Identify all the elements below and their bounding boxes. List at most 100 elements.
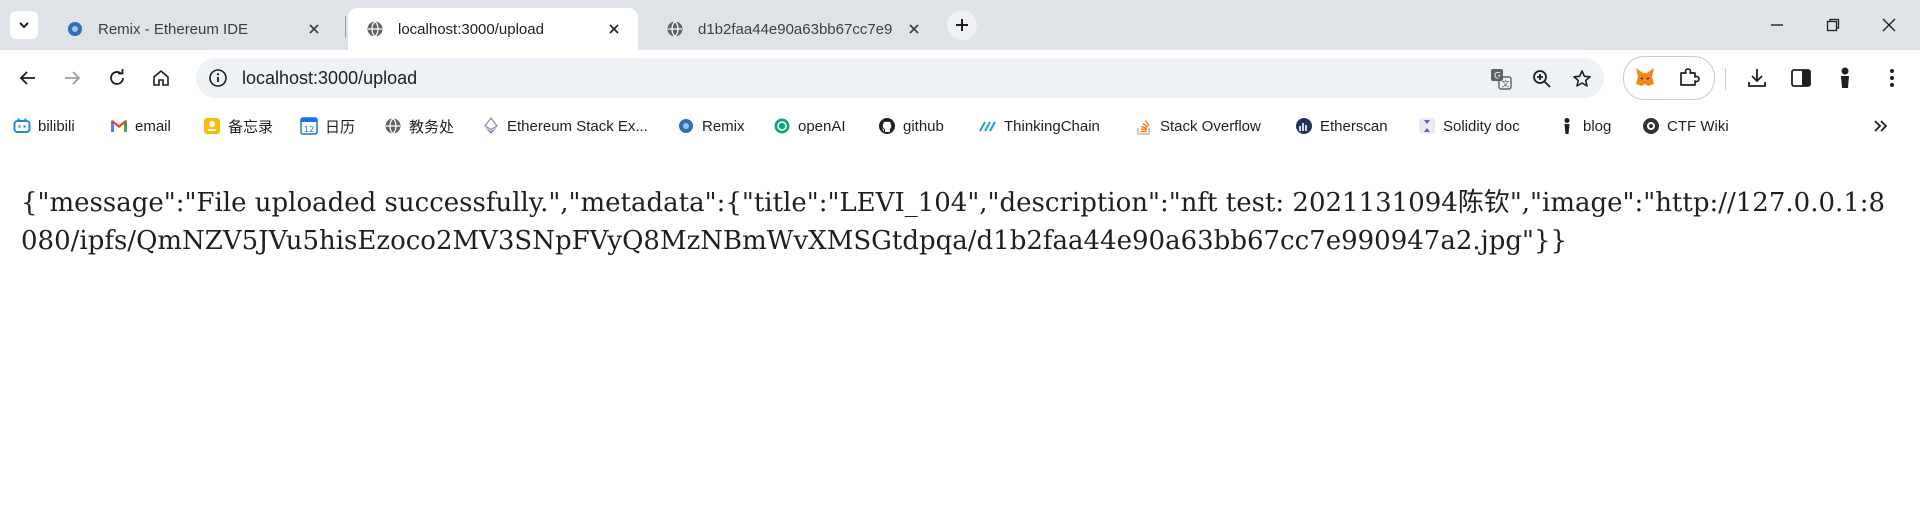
tab-title: Remix - Ethereum IDE: [98, 20, 249, 38]
bookmark-label: email: [135, 117, 171, 135]
bookmark-label: Ethereum Stack Ex...: [507, 117, 648, 135]
profile-button[interactable]: [1832, 65, 1858, 91]
github-icon: [878, 117, 896, 135]
star-icon: [1573, 70, 1591, 87]
remix-icon: [68, 22, 82, 36]
new-tab-button[interactable]: [947, 10, 977, 40]
solidity-icon: [1418, 117, 1436, 135]
tab-remix[interactable]: Remix - Ethereum IDE: [48, 8, 338, 50]
restore-icon: [1826, 18, 1840, 32]
forward-arrow-icon: [65, 71, 81, 85]
bookmark-label: Remix: [702, 117, 745, 135]
stackoverflow-icon: [1135, 117, 1153, 135]
bookmark-calendar[interactable]: 12 日历: [300, 116, 355, 136]
bookmark-ethereum-stack-exchange[interactable]: Ethereum Stack Ex...: [482, 116, 648, 136]
gmail-icon: [110, 117, 128, 135]
reload-button[interactable]: [103, 64, 131, 92]
zoom-icon: [1533, 70, 1551, 88]
tab-title: d1b2faa44e90a63bb67cc7e9: [698, 20, 893, 38]
calendar-icon: 12: [300, 117, 318, 135]
bookmark-thinkingchain[interactable]: ThinkingChain: [979, 116, 1100, 136]
reload-icon: [110, 69, 124, 85]
metamask-fox-icon: [1636, 68, 1654, 86]
side-panel-button[interactable]: [1788, 65, 1814, 91]
bookmark-openai[interactable]: openAI: [773, 116, 846, 136]
toolbar-separator: [1725, 68, 1726, 90]
address-bar[interactable]: localhost:3000/upload G文: [196, 58, 1604, 98]
bookmark-solidity-doc[interactable]: Solidity doc: [1418, 116, 1520, 136]
close-icon[interactable]: [304, 19, 324, 39]
notes-icon: [203, 117, 221, 135]
globe-icon: [367, 21, 383, 37]
tab-title: localhost:3000/upload: [398, 20, 544, 38]
home-icon: [153, 69, 169, 86]
forward-button[interactable]: [58, 64, 86, 92]
kebab-menu-icon: [1890, 69, 1894, 87]
puzzle-icon: [1680, 68, 1700, 86]
bookmark-stack-overflow[interactable]: Stack Overflow: [1135, 116, 1261, 136]
bookmark-ctf-wiki[interactable]: CTF Wiki: [1642, 116, 1729, 136]
bookmark-email[interactable]: email: [110, 116, 171, 136]
avatar-icon: [1841, 67, 1849, 88]
bookmark-label: Stack Overflow: [1160, 117, 1261, 135]
toolbar: localhost:3000/upload G文: [0, 50, 1920, 106]
svg-text:文: 文: [1502, 79, 1510, 89]
bookmark-remix[interactable]: Remix: [677, 116, 745, 136]
translate-button[interactable]: G文: [1490, 68, 1512, 90]
site-info-icon[interactable]: [208, 68, 228, 88]
bookmark-label: Solidity doc: [1443, 117, 1520, 135]
translate-icon: G文: [1491, 69, 1512, 90]
url-text[interactable]: localhost:3000/upload: [242, 68, 417, 89]
double-chevron-right-icon: [1874, 120, 1888, 132]
bookmark-label: openAI: [798, 117, 846, 135]
bookmark-memo[interactable]: 备忘录: [203, 116, 273, 136]
tab-strip: Remix - Ethereum IDE localhost:3000/uplo…: [0, 0, 1920, 50]
tab-search-button[interactable]: [10, 11, 38, 39]
extensions-button[interactable]: [1676, 64, 1702, 90]
bookmark-label: ThinkingChain: [1004, 117, 1100, 135]
bookmark-label: 备忘录: [228, 118, 274, 136]
bookmark-github[interactable]: github: [878, 116, 944, 136]
ctfwiki-icon: [1642, 117, 1660, 135]
minimize-icon: [1771, 24, 1783, 26]
bookmark-label: github: [903, 117, 944, 135]
back-button[interactable]: [14, 64, 42, 92]
tab-localhost-upload[interactable]: localhost:3000/upload: [348, 8, 638, 50]
metamask-extension[interactable]: [1632, 64, 1658, 90]
etherscan-icon: [1295, 117, 1313, 135]
download-icon: [1748, 69, 1766, 87]
openai-icon: [773, 117, 791, 135]
plus-icon: [956, 19, 968, 31]
json-response-text: {"message":"File uploaded successfully."…: [21, 188, 1886, 256]
more-bookmarks-button[interactable]: [1869, 114, 1893, 138]
chevron-down-icon: [19, 22, 29, 29]
bookmark-label: blog: [1583, 117, 1612, 135]
bookmark-label: 教务处: [409, 118, 455, 136]
globe-icon: [667, 21, 683, 37]
bookmark-etherscan[interactable]: Etherscan: [1295, 116, 1388, 136]
bookmark-blog[interactable]: blog: [1558, 116, 1611, 136]
bookmark-star-button[interactable]: [1571, 68, 1593, 90]
extensions-group: [1623, 56, 1715, 100]
close-icon: [1882, 18, 1896, 32]
ethereum-icon: [482, 117, 500, 135]
menu-button[interactable]: [1879, 65, 1905, 91]
bilibili-icon: [13, 117, 31, 135]
bookmark-academic-affairs[interactable]: 教务处: [384, 116, 454, 136]
tab-separator: [345, 16, 346, 38]
downloads-button[interactable]: [1744, 65, 1770, 91]
tab-image[interactable]: d1b2faa44e90a63bb67cc7e9: [648, 8, 938, 50]
minimize-button[interactable]: [1762, 10, 1792, 40]
remix-icon: [677, 117, 695, 135]
globe-icon: [384, 117, 402, 135]
close-icon[interactable]: [904, 19, 924, 39]
close-icon[interactable]: [604, 19, 624, 39]
bookmark-label: CTF Wiki: [1667, 117, 1729, 135]
svg-text:12: 12: [304, 125, 314, 134]
close-window-button[interactable]: [1874, 10, 1904, 40]
zoom-button[interactable]: [1531, 68, 1553, 90]
home-button[interactable]: [147, 64, 175, 92]
bookmark-bilibili[interactable]: bilibili: [13, 116, 75, 136]
restore-button[interactable]: [1818, 10, 1848, 40]
bookmark-label: 日历: [325, 118, 356, 136]
